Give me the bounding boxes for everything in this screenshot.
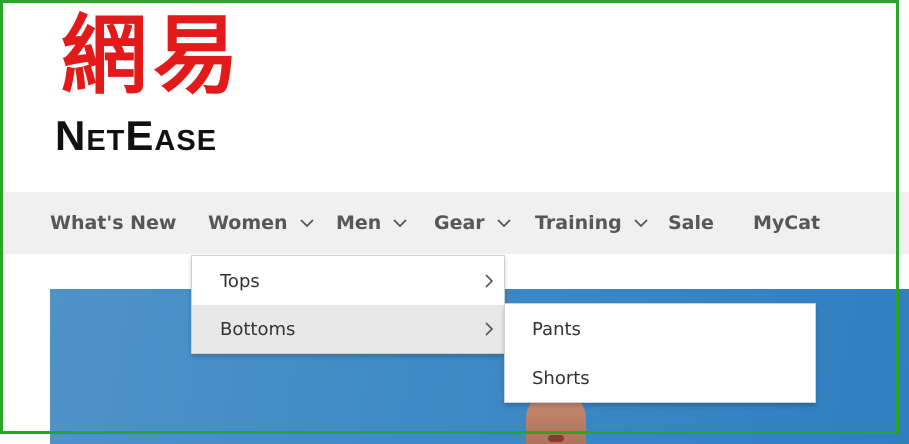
nav-item-label: Women	[208, 212, 288, 234]
nav-item-whats-new[interactable]: What's New	[50, 192, 176, 254]
menu-item-label: Pants	[532, 318, 581, 340]
menu-item-label: Tops	[220, 270, 260, 292]
logo-brand-text: NetEase	[55, 112, 218, 159]
nav-item-mycat[interactable]: MyCat	[753, 192, 820, 254]
nav-item-label: Men	[336, 212, 382, 234]
nav-item-gear[interactable]: Gear	[434, 192, 512, 254]
menu-item-label: Bottoms	[220, 318, 296, 340]
chevron-right-icon	[485, 274, 494, 288]
nav-item-women[interactable]: Women	[208, 192, 315, 254]
women-dropdown-menu: Tops Bottoms	[191, 255, 505, 354]
chevron-down-icon	[634, 219, 648, 228]
nav-item-label: MyCat	[753, 212, 821, 234]
nav-item-men[interactable]: Men	[336, 192, 408, 254]
menu-item-bottoms[interactable]: Bottoms	[192, 305, 504, 353]
nav-item-training[interactable]: Training	[535, 192, 649, 254]
chevron-right-icon	[485, 322, 494, 336]
chevron-down-icon	[393, 219, 407, 228]
nav-item-label: Training	[535, 212, 622, 234]
nav-item-sale[interactable]: Sale	[668, 192, 714, 254]
site-logo[interactable]: 網易 NetEase	[55, 5, 280, 159]
menu-item-label: Shorts	[532, 367, 590, 389]
nav-item-label: Sale	[668, 212, 714, 234]
bottoms-submenu: Pants Shorts	[504, 303, 816, 403]
menu-item-pants[interactable]: Pants	[505, 305, 815, 353]
main-navigation: What's New Women Men Gear Training Sale …	[0, 192, 909, 254]
nav-item-label: What's New	[50, 212, 177, 234]
logo-cjk-text: 網易	[61, 5, 245, 106]
chevron-down-icon	[497, 219, 511, 228]
chevron-down-icon	[299, 219, 314, 228]
menu-item-tops[interactable]: Tops	[192, 257, 504, 305]
menu-item-shorts[interactable]: Shorts	[505, 354, 815, 402]
nav-item-label: Gear	[434, 212, 485, 234]
